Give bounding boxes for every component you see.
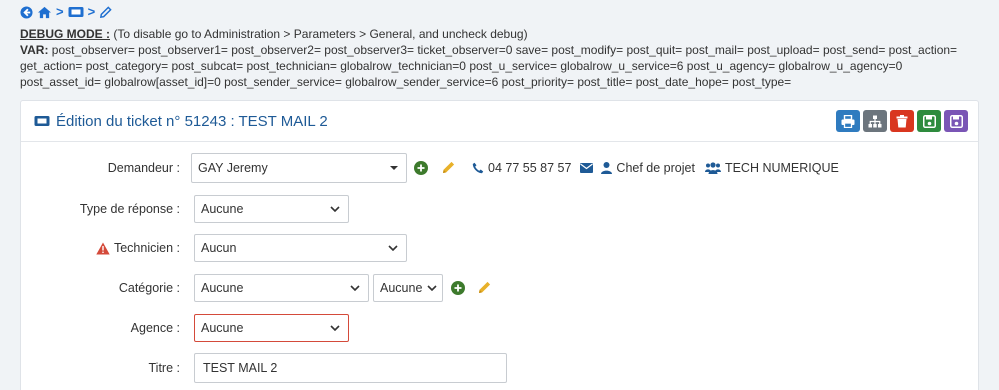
- categorie-value: Aucune: [201, 281, 244, 295]
- printer-icon: [841, 114, 855, 128]
- subcategorie-value: Aucune: [380, 281, 423, 295]
- type-reponse-value: Aucune: [201, 202, 244, 216]
- demandeur-info: 04 77 55 87 57 Chef de projet TECH NUMER…: [472, 153, 839, 183]
- chevron-down-icon: [388, 245, 398, 251]
- users-icon: [704, 162, 721, 174]
- technicien-row: Technicien : Aucun: [21, 233, 980, 263]
- chevron-down-icon: [330, 206, 340, 212]
- debug-title: DEBUG MODE :: [20, 27, 110, 41]
- delete-button[interactable]: [890, 110, 914, 132]
- print-button[interactable]: [836, 110, 860, 132]
- breadcrumb: > >: [20, 5, 112, 19]
- action-buttons: [836, 110, 968, 132]
- debug-vars-text-1: post_observer= post_observer1= post_obse…: [48, 43, 958, 57]
- categorie-label-text: Catégorie :: [118, 281, 180, 295]
- phone-icon: [472, 162, 484, 174]
- mail-icon[interactable]: [580, 163, 594, 173]
- sitemap-icon: [868, 115, 882, 127]
- agence-select[interactable]: Aucune: [194, 314, 349, 342]
- debug-panel: DEBUG MODE : (To disable go to Administr…: [20, 26, 995, 90]
- agence-row: Agence : Aucune: [21, 313, 980, 343]
- categorie-row: Catégorie : Aucune Aucune: [21, 273, 980, 303]
- subcategorie-select[interactable]: Aucune: [373, 274, 443, 302]
- agence-label: Agence :: [131, 313, 180, 343]
- agence-label-text: Agence :: [130, 321, 180, 335]
- caret-down-icon: [390, 166, 398, 170]
- titre-value: TEST MAIL 2: [203, 361, 278, 375]
- chevron-down-icon: [427, 285, 437, 291]
- pencil-icon[interactable]: [99, 5, 112, 19]
- card-header: Édition du ticket n° 51243 : TEST MAIL 2: [21, 101, 978, 142]
- demandeur-label-text: Demandeur :: [107, 161, 180, 175]
- demandeur-row: Demandeur : GAY Jeremy 04 77 55 87 57 Ch…: [21, 153, 980, 183]
- demandeur-label: Demandeur :: [108, 153, 180, 183]
- edit-user-icon[interactable]: [441, 160, 456, 175]
- technicien-value: Aucun: [201, 241, 237, 255]
- titre-row: Titre : TEST MAIL 2: [21, 353, 980, 383]
- technicien-select[interactable]: Aucun: [194, 234, 407, 262]
- edit-category-icon[interactable]: [477, 280, 492, 295]
- breadcrumb-separator: >: [56, 4, 64, 19]
- save-icon: [922, 114, 936, 128]
- warning-icon: [96, 242, 110, 255]
- home-icon[interactable]: [37, 6, 52, 19]
- chevron-down-icon: [330, 325, 340, 331]
- back-icon[interactable]: [20, 5, 33, 19]
- save-icon: [949, 114, 963, 128]
- user-function: Chef de projet: [616, 161, 695, 175]
- titre-label-text: Titre :: [148, 361, 180, 375]
- demandeur-value: GAY Jeremy: [198, 161, 268, 175]
- phone-number: 04 77 55 87 57: [488, 161, 572, 175]
- titre-label: Titre :: [149, 353, 180, 383]
- page-title: Édition du ticket n° 51243 : TEST MAIL 2: [56, 112, 328, 130]
- breadcrumb-separator: >: [87, 4, 96, 19]
- debug-vars-line-1: VAR: post_observer= post_observer1= post…: [20, 42, 995, 58]
- add-user-icon[interactable]: [414, 161, 428, 175]
- debug-header: DEBUG MODE : (To disable go to Administr…: [20, 26, 995, 42]
- categorie-label: Catégorie :: [119, 273, 180, 303]
- add-category-icon[interactable]: [451, 281, 465, 295]
- debug-note: (To disable go to Administration > Param…: [110, 27, 528, 41]
- ticket-icon: [34, 115, 50, 127]
- type-reponse-label: Type de réponse :: [80, 194, 180, 224]
- trash-icon: [896, 114, 908, 127]
- technicien-label-text: Technicien :: [113, 241, 180, 255]
- type-reponse-row: Type de réponse : Aucune: [21, 194, 980, 224]
- debug-var-label: VAR:: [20, 43, 49, 57]
- type-reponse-select[interactable]: Aucune: [194, 195, 349, 223]
- agence-value: Aucune: [201, 321, 244, 335]
- save-button[interactable]: [917, 110, 941, 132]
- demandeur-select[interactable]: GAY Jeremy: [191, 153, 407, 183]
- debug-vars-line-2: get_action= post_category= post_subcat= …: [20, 59, 903, 73]
- user-icon: [601, 162, 613, 174]
- ticket-edit-card: Édition du ticket n° 51243 : TEST MAIL 2…: [20, 100, 979, 390]
- debug-vars-line-3: post_asset_id= globalrow[asset_id]=0 pos…: [20, 75, 792, 89]
- type-reponse-label-text: Type de réponse :: [79, 202, 180, 216]
- user-service: TECH NUMERIQUE: [724, 161, 839, 175]
- titre-input[interactable]: TEST MAIL 2: [194, 353, 507, 383]
- tree-button[interactable]: [863, 110, 887, 132]
- technicien-label: Technicien :: [96, 233, 180, 263]
- chevron-down-icon: [350, 285, 360, 291]
- ticket-icon[interactable]: [68, 6, 84, 18]
- save-close-button[interactable]: [944, 110, 968, 132]
- categorie-select[interactable]: Aucune: [194, 274, 369, 302]
